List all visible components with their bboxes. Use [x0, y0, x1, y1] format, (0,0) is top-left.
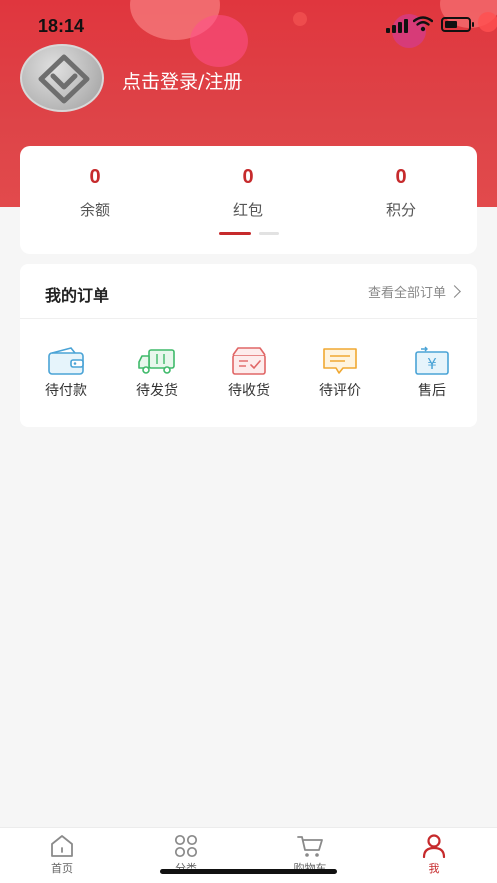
tab-home[interactable]: 首页: [32, 834, 92, 876]
wifi-icon: [413, 16, 433, 32]
bottom-tab-bar: 首页 分类 购物车 我: [0, 827, 497, 883]
stat-label: 红包: [232, 201, 263, 219]
home-indicator: [160, 869, 337, 874]
logo-icon: [38, 54, 90, 104]
signal-icon: [386, 19, 408, 33]
stat-value: 0: [395, 166, 407, 188]
svg-text:¥: ¥: [427, 355, 437, 373]
view-all-orders-label: 查看全部订单: [367, 286, 446, 301]
login-register-link[interactable]: 点击登录/注册: [122, 67, 242, 94]
stat-label: 积分: [385, 201, 416, 219]
order-label: 待发货: [136, 383, 178, 399]
page-indicator-inactive: [259, 232, 279, 235]
stat-balance[interactable]: 0 余额: [45, 166, 145, 220]
home-icon: [51, 835, 73, 857]
wallet-icon: [48, 347, 84, 375]
profile-icon: [422, 834, 446, 858]
battery-icon: [441, 17, 474, 32]
status-time: 18:14: [38, 16, 85, 36]
avatar[interactable]: [20, 44, 104, 112]
order-label: 待收货: [228, 383, 270, 399]
order-label: 待评价: [319, 383, 361, 399]
divider: [20, 318, 477, 319]
stats-card: 0 余额 0 红包 0 积分: [20, 146, 477, 254]
order-after-sales[interactable]: ¥ 售后: [392, 346, 472, 400]
stat-points[interactable]: 0 积分: [351, 166, 451, 220]
tab-label: 首页: [51, 862, 73, 875]
refund-icon: ¥: [415, 346, 449, 375]
stat-red-packet[interactable]: 0 红包: [198, 166, 298, 220]
stat-label: 余额: [79, 201, 110, 219]
order-pending-payment[interactable]: 待付款: [26, 346, 106, 400]
cart-icon: [297, 836, 323, 857]
stat-value: 0: [242, 166, 254, 188]
page-indicator-active: [219, 232, 251, 235]
stat-value: 0: [89, 166, 101, 188]
order-pending-shipment[interactable]: 待发货: [117, 346, 197, 400]
delivery-truck-icon: [138, 349, 175, 374]
receive-box-icon: [232, 347, 266, 375]
order-label: 待付款: [45, 383, 87, 399]
orders-title: 我的订单: [45, 286, 110, 305]
tab-label: 我: [428, 862, 440, 875]
chevron-right-icon: [448, 285, 461, 298]
order-pending-receipt[interactable]: 待收货: [209, 346, 289, 400]
tab-me[interactable]: 我: [404, 834, 464, 876]
category-icon: [174, 834, 198, 858]
view-all-orders-link[interactable]: 查看全部订单: [367, 282, 461, 301]
order-label: 售后: [418, 383, 446, 399]
comment-icon: [323, 348, 357, 374]
order-pending-review[interactable]: 待评价: [300, 346, 380, 400]
status-bar: 18:14: [0, 0, 497, 48]
my-orders-card: 我的订单 查看全部订单 待付款 待发货 待收货 待评价 ¥ 售后: [20, 264, 477, 427]
